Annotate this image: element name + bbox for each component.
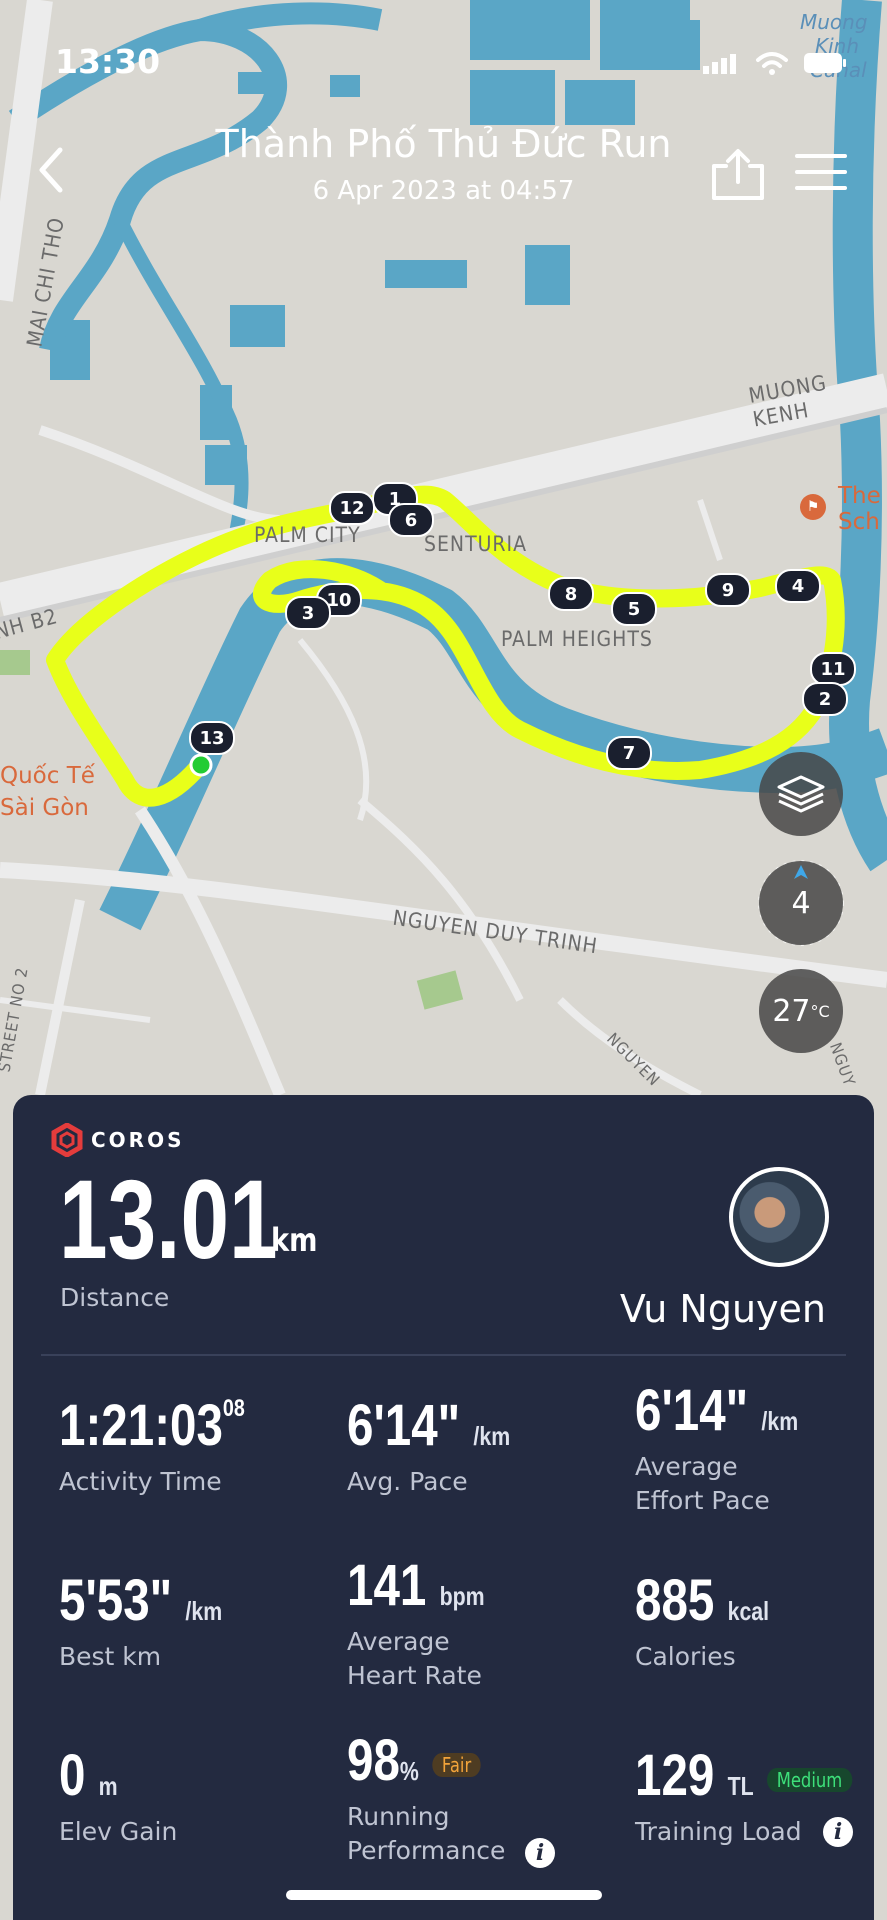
label-quoc-te: Quốc Tế bbox=[0, 763, 95, 789]
best-km-unit: /km bbox=[185, 1596, 223, 1626]
training-load-badge: Medium bbox=[766, 1767, 853, 1792]
elev-gain-value: 0 m bbox=[59, 1743, 118, 1808]
lap-marker-8[interactable]: 8 bbox=[548, 577, 594, 611]
running-performance-info-icon[interactable]: i bbox=[525, 1838, 555, 1868]
coros-logo-icon bbox=[51, 1123, 83, 1157]
distance-label: Distance bbox=[60, 1283, 170, 1312]
elev-gain-label: Elev Gain bbox=[59, 1817, 178, 1846]
layers-icon bbox=[777, 775, 825, 813]
running-performance-badge: Fair bbox=[432, 1752, 482, 1777]
menu-button[interactable] bbox=[793, 150, 849, 194]
user-name: Vu Nguyen bbox=[619, 1287, 826, 1331]
share-button[interactable] bbox=[708, 148, 768, 200]
temperature-unit: °C bbox=[810, 1001, 830, 1021]
wifi-icon bbox=[756, 52, 788, 75]
heart-rate-value: 141 bpm bbox=[347, 1553, 485, 1618]
status-icons bbox=[703, 50, 847, 76]
label-palm-city: PALM CITY bbox=[254, 523, 361, 547]
compass-button[interactable]: 4 bbox=[759, 861, 843, 945]
lap-marker-13[interactable]: 13 bbox=[189, 721, 235, 755]
label-senturia: SENTURIA bbox=[424, 532, 528, 556]
stat-activity-time: 1:21:0308 Activity Time bbox=[59, 1397, 289, 1499]
effort-pace-label: Average Effort Pace bbox=[635, 1452, 770, 1515]
label-school-1: The bbox=[838, 483, 881, 509]
activity-time-hundredths: 08 bbox=[222, 1395, 245, 1422]
activity-summary-card: COROS 13.01 km Distance Vu Nguyen 1:21:0… bbox=[13, 1095, 874, 1920]
calories-label: Calories bbox=[635, 1642, 736, 1671]
label-palm-heights: PALM HEIGHTS bbox=[501, 627, 653, 651]
lap-marker-7[interactable]: 7 bbox=[606, 736, 652, 770]
lap-marker-5[interactable]: 5 bbox=[611, 592, 657, 626]
training-load-value: 129 TL Medium bbox=[635, 1747, 853, 1805]
label-canal-1: Muong bbox=[800, 10, 868, 34]
lap-marker-9[interactable]: 9 bbox=[705, 573, 751, 607]
lap-marker-2[interactable]: 2 bbox=[802, 682, 848, 716]
calories-value: 885 kcal bbox=[635, 1568, 770, 1633]
best-km-value: 5'53" /km bbox=[59, 1568, 223, 1633]
training-load-info-icon[interactable]: i bbox=[823, 1817, 853, 1847]
running-performance-unit: % bbox=[399, 1756, 419, 1786]
brand-name: COROS bbox=[91, 1128, 185, 1152]
avg-pace-value: 6'14" /km bbox=[347, 1393, 511, 1458]
lap-marker-11[interactable]: 11 bbox=[810, 652, 856, 686]
stat-elev-gain: 0 m Elev Gain bbox=[59, 1747, 289, 1849]
status-time: 13:30 bbox=[55, 42, 161, 81]
effort-pace-unit: /km bbox=[761, 1406, 799, 1436]
stat-running-performance: 98% Fair Running Performance i bbox=[347, 1732, 577, 1868]
activity-time-value: 1:21:0308 bbox=[59, 1393, 245, 1458]
best-km-label: Best km bbox=[59, 1642, 162, 1671]
stat-avg-pace: 6'14" /km Avg. Pace bbox=[347, 1397, 577, 1499]
running-performance-label: Running Performance i bbox=[347, 1800, 577, 1868]
lap-marker-4[interactable]: 4 bbox=[775, 569, 821, 603]
battery-icon bbox=[804, 53, 846, 73]
avg-pace-unit: /km bbox=[473, 1421, 511, 1451]
effort-pace-value: 6'14" /km bbox=[635, 1378, 799, 1443]
calories-unit: kcal bbox=[727, 1596, 770, 1626]
home-indicator[interactable] bbox=[286, 1890, 602, 1900]
label-school-2: Sch bbox=[838, 509, 880, 535]
weather-button[interactable]: 27 °C bbox=[759, 969, 843, 1053]
divider bbox=[41, 1354, 846, 1356]
stat-calories: 885 kcal Calories bbox=[635, 1572, 865, 1674]
avg-pace-label: Avg. Pace bbox=[347, 1467, 468, 1496]
north-arrow-icon bbox=[794, 865, 808, 879]
signal-icon bbox=[703, 54, 736, 74]
lap-marker-12[interactable]: 12 bbox=[329, 491, 375, 525]
map-layers-button[interactable] bbox=[759, 752, 843, 836]
distance-value: 13.01 bbox=[59, 1157, 278, 1282]
training-load-unit: TL bbox=[727, 1771, 754, 1801]
heart-rate-label: Average Heart Rate bbox=[347, 1627, 482, 1690]
start-marker bbox=[189, 753, 213, 777]
stat-effort-pace: 6'14" /km Average Effort Pace bbox=[635, 1382, 865, 1518]
running-performance-value: 98% Fair bbox=[347, 1732, 482, 1790]
lap-marker-3[interactable]: 3 bbox=[285, 596, 331, 630]
heart-rate-unit: bpm bbox=[439, 1581, 485, 1611]
school-icon: ⚑ bbox=[800, 494, 826, 520]
elev-gain-unit: m bbox=[98, 1771, 118, 1801]
activity-time-label: Activity Time bbox=[59, 1467, 222, 1496]
temperature-value: 27 bbox=[772, 993, 811, 1029]
stat-training-load: 129 TL Medium Training Load i bbox=[635, 1747, 887, 1849]
distance-unit: km bbox=[271, 1221, 318, 1259]
stat-best-km: 5'53" /km Best km bbox=[59, 1572, 289, 1674]
lap-marker-6[interactable]: 6 bbox=[388, 503, 434, 537]
label-sai-gon: Sài Gòn bbox=[0, 795, 89, 821]
compass-value: 4 bbox=[791, 885, 811, 921]
coros-brand: COROS bbox=[51, 1123, 185, 1157]
avatar[interactable] bbox=[729, 1167, 829, 1267]
training-load-label: Training Load i bbox=[635, 1815, 855, 1849]
stat-heart-rate: 141 bpm Average Heart Rate bbox=[347, 1557, 577, 1693]
